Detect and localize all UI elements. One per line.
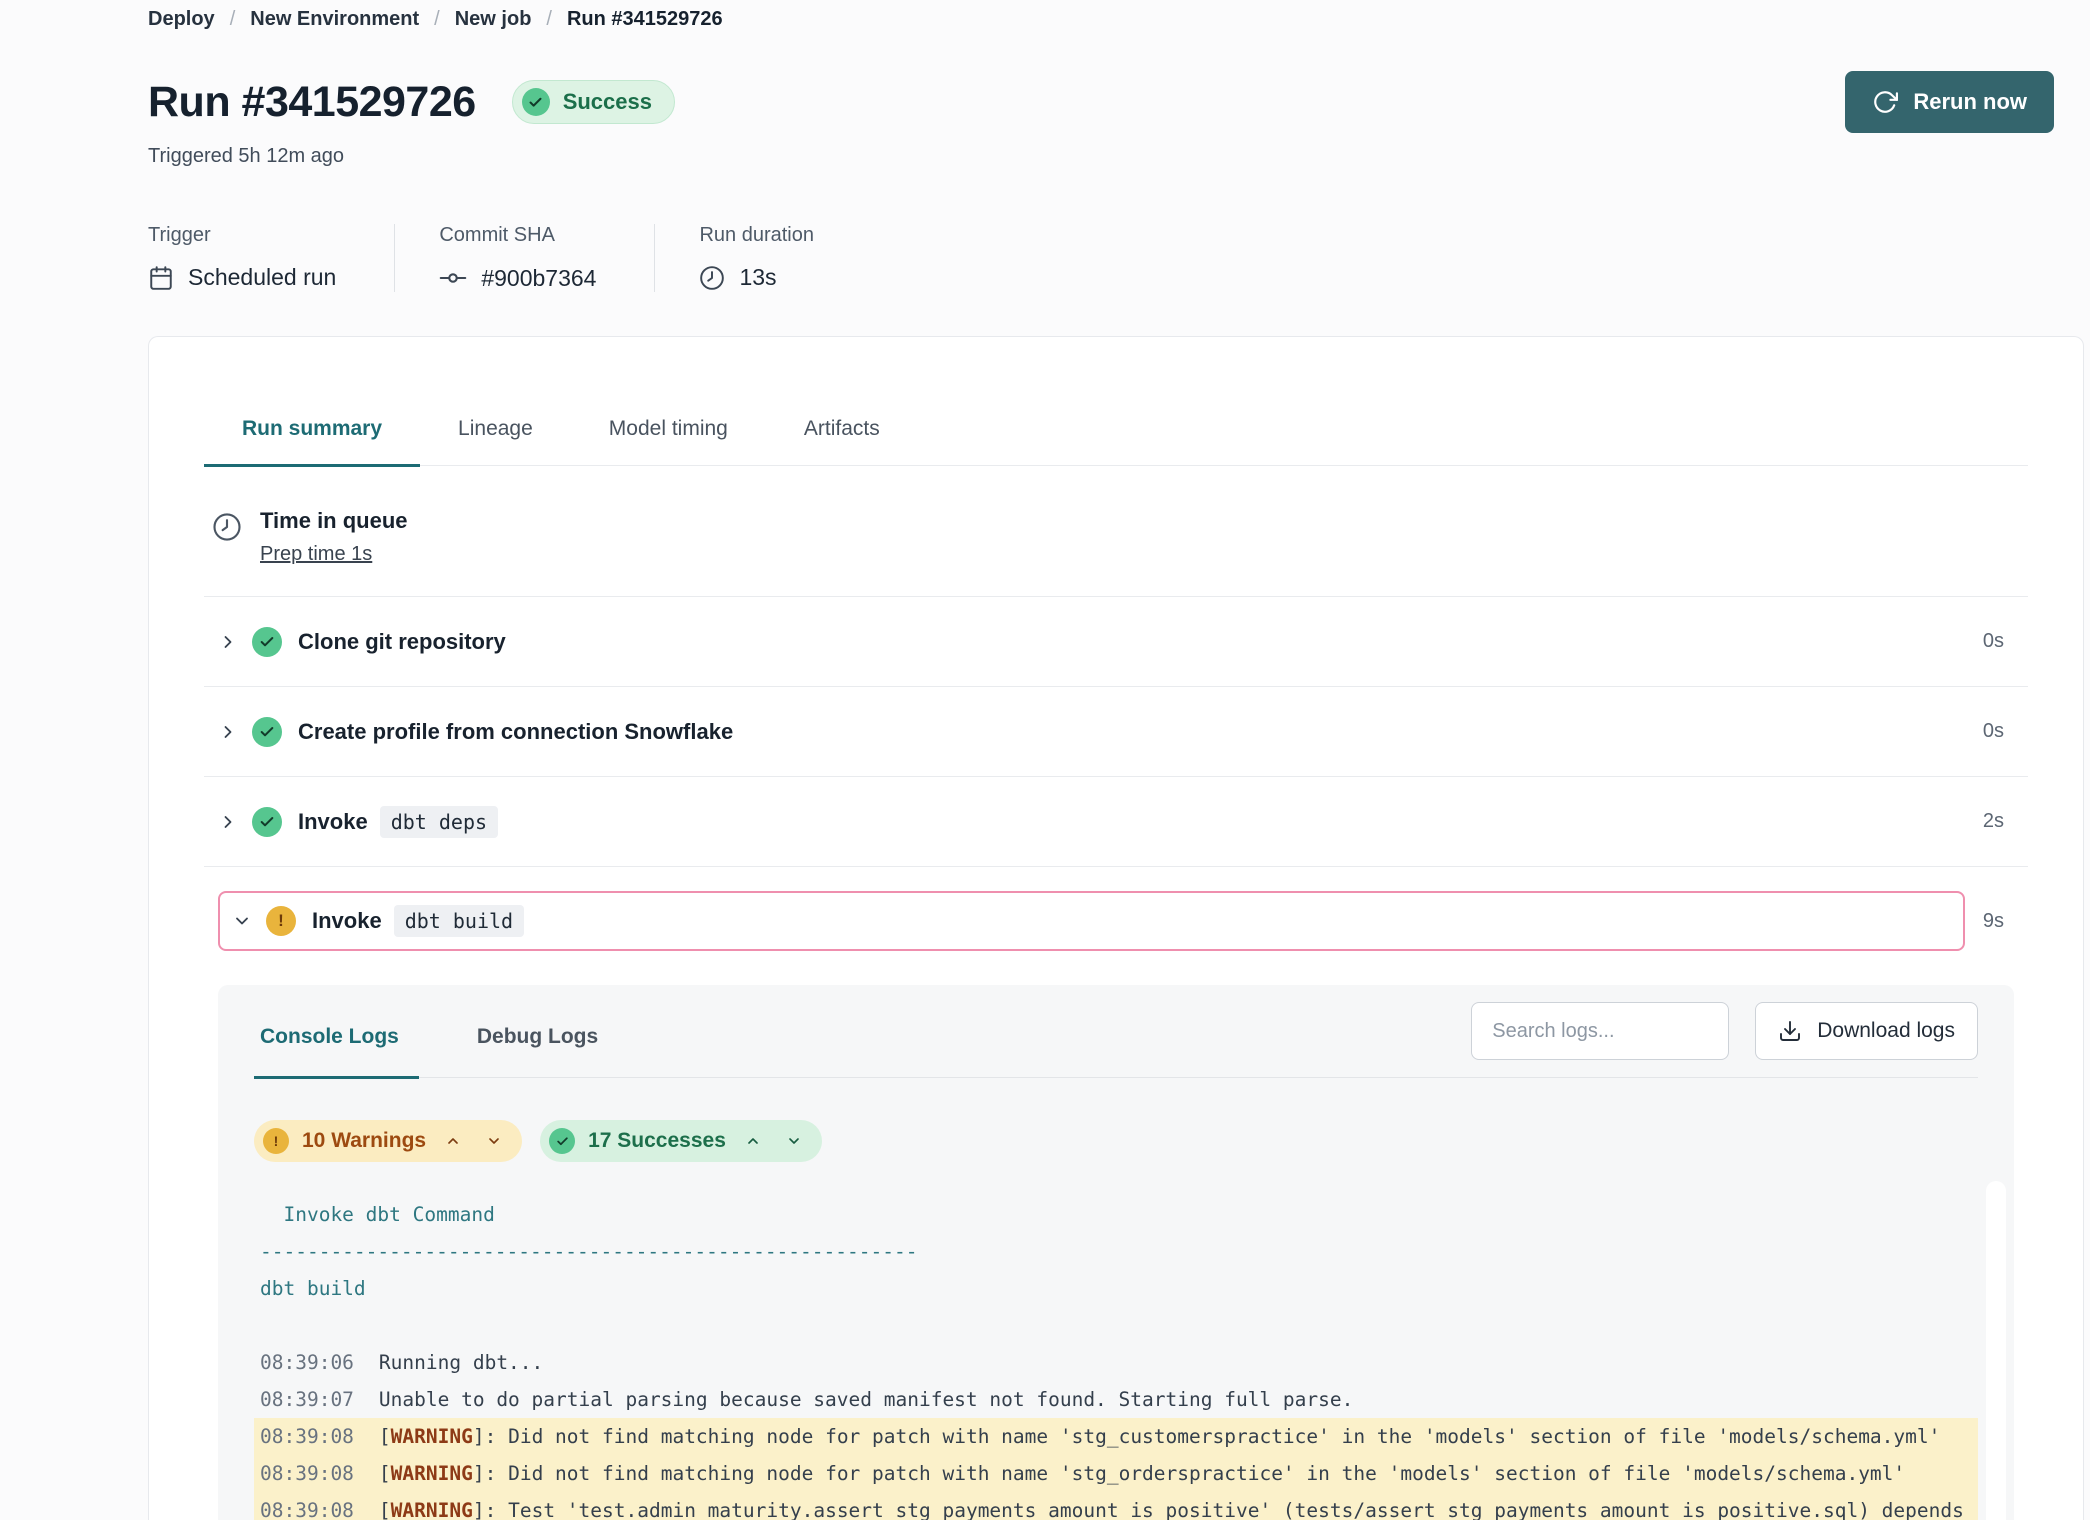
step-create-profile[interactable]: Create profile from connection Snowflake… xyxy=(204,687,2028,777)
tab-lineage[interactable]: Lineage xyxy=(420,417,571,465)
successes-pill-label: 17 Successes xyxy=(588,1129,726,1153)
trigger-label: Trigger xyxy=(148,224,336,247)
log-warning-line: 08:39:08[WARNING]: Did not find matching… xyxy=(254,1455,1978,1492)
step-invoke-dbt-build[interactable]: ! Invoke dbt build xyxy=(218,891,1965,951)
breadcrumb-job[interactable]: New job xyxy=(455,8,532,31)
rerun-icon xyxy=(1872,89,1898,115)
warnings-pill[interactable]: ! 10 Warnings xyxy=(254,1120,522,1162)
queue-clock-icon xyxy=(212,512,242,566)
run-detail-page: Deploy / New Environment / New job / Run… xyxy=(0,0,2090,1520)
trigger-value: Scheduled run xyxy=(188,264,336,291)
run-meta: Trigger Scheduled run Commit SHA #900b73… xyxy=(148,224,2084,292)
tab-run-summary[interactable]: Run summary xyxy=(204,417,420,465)
warnings-pill-label: 10 Warnings xyxy=(302,1129,426,1153)
next-warning-chevron-down-icon[interactable] xyxy=(480,1129,508,1153)
breadcrumb: Deploy / New Environment / New job / Run… xyxy=(148,6,2084,31)
prev-warning-chevron-up-icon[interactable] xyxy=(439,1129,467,1153)
rerun-now-button[interactable]: Rerun now xyxy=(1845,71,2054,133)
chevron-right-icon[interactable] xyxy=(218,812,244,832)
step-success-icon xyxy=(252,717,282,747)
status-badge-label: Success xyxy=(563,89,652,115)
warning-icon: ! xyxy=(263,1128,289,1154)
successes-pill[interactable]: 17 Successes xyxy=(540,1120,822,1162)
step-title: Clone git repository xyxy=(298,629,506,655)
card-tabs: Run summary Lineage Model timing Artifac… xyxy=(204,337,2028,466)
breadcrumb-separator: / xyxy=(546,8,552,31)
queue-title: Time in queue xyxy=(260,508,408,534)
console-header: Console Logs Debug Logs Download logs xyxy=(254,985,1978,1078)
commit-sha-value: #900b7364 xyxy=(481,265,596,292)
step-success-icon xyxy=(252,627,282,657)
log-filter-pills: ! 10 Warnings 17 Successes xyxy=(254,1120,1978,1162)
success-icon xyxy=(549,1128,575,1154)
clock-icon xyxy=(699,265,725,291)
log-line: 08:39:07Unable to do partial parsing bec… xyxy=(254,1381,1978,1418)
breadcrumb-deploy[interactable]: Deploy xyxy=(148,8,215,31)
git-commit-icon xyxy=(439,264,467,292)
step-command-chip: dbt deps xyxy=(380,806,498,838)
tab-model-timing[interactable]: Model timing xyxy=(571,417,766,465)
step-success-icon xyxy=(252,807,282,837)
prep-time-link[interactable]: Prep time 1s xyxy=(260,543,372,566)
meta-commit: Commit SHA #900b7364 xyxy=(395,224,655,292)
log-blank-line xyxy=(254,1307,1978,1344)
step-duration: 2s xyxy=(1983,810,2004,833)
step-invoke-dbt-build-row: ! Invoke dbt build 9s xyxy=(204,891,2028,951)
tab-artifacts[interactable]: Artifacts xyxy=(766,417,918,465)
console-panel: Console Logs Debug Logs Download logs ! xyxy=(218,985,2014,1520)
meta-duration: Run duration 13s xyxy=(655,224,872,292)
step-clone-git-repository[interactable]: Clone git repository 0s xyxy=(204,597,2028,687)
log-command: dbt build xyxy=(254,1270,1978,1307)
log-divider-line: ----------------------------------------… xyxy=(254,1233,1978,1270)
page-title: Run #341529726 xyxy=(148,78,476,127)
download-label: Download logs xyxy=(1817,1019,1955,1043)
chevron-right-icon[interactable] xyxy=(218,722,244,742)
step-duration: 0s xyxy=(1983,720,2004,743)
breadcrumb-environment[interactable]: New Environment xyxy=(250,8,419,31)
run-duration-value: 13s xyxy=(739,264,776,291)
breadcrumb-run: Run #341529726 xyxy=(567,8,723,31)
time-in-queue: Time in queue Prep time 1s xyxy=(204,466,2028,597)
header: Run #341529726 Success Rerun now xyxy=(148,71,2084,133)
tab-debug-logs[interactable]: Debug Logs xyxy=(471,985,604,1077)
step-title: Create profile from connection Snowflake xyxy=(298,719,733,745)
next-success-chevron-down-icon[interactable] xyxy=(780,1129,808,1153)
log-command-title: Invoke dbt Command xyxy=(254,1196,1978,1233)
chevron-right-icon[interactable] xyxy=(218,632,244,652)
triggered-timestamp: Triggered 5h 12m ago xyxy=(148,145,2084,168)
search-logs-input[interactable] xyxy=(1471,1002,1729,1060)
run-summary-card: Run summary Lineage Model timing Artifac… xyxy=(148,336,2084,1520)
step-duration: 9s xyxy=(1983,910,2004,933)
download-logs-button[interactable]: Download logs xyxy=(1755,1002,1978,1060)
breadcrumb-separator: / xyxy=(230,8,236,31)
calendar-icon xyxy=(148,265,174,291)
meta-trigger: Trigger Scheduled run xyxy=(148,224,395,292)
step-invoke-dbt-deps[interactable]: Invoke dbt deps 2s xyxy=(204,777,2028,867)
success-check-icon xyxy=(522,88,550,116)
step-warning-icon: ! xyxy=(266,906,296,936)
commit-label: Commit SHA xyxy=(439,224,596,247)
breadcrumb-separator: / xyxy=(434,8,440,31)
log-warning-line: 08:39:08[WARNING]: Did not find matching… xyxy=(254,1418,1978,1455)
step-command-chip: dbt build xyxy=(394,905,524,937)
duration-label: Run duration xyxy=(699,224,814,247)
prev-success-chevron-up-icon[interactable] xyxy=(739,1129,767,1153)
tab-console-logs[interactable]: Console Logs xyxy=(254,985,405,1077)
step-duration: 0s xyxy=(1983,630,2004,653)
step-title: Invoke xyxy=(312,908,382,934)
step-title: Invoke xyxy=(298,809,368,835)
rerun-label: Rerun now xyxy=(1913,89,2027,115)
log-scrollbar[interactable] xyxy=(1986,1181,2006,1520)
log-line: 08:39:06Running dbt... xyxy=(254,1344,1978,1381)
log-warning-line: 08:39:08[WARNING]: Test 'test.admin_matu… xyxy=(254,1492,1978,1520)
chevron-down-icon[interactable] xyxy=(232,911,258,931)
status-badge: Success xyxy=(512,80,675,124)
download-icon xyxy=(1778,1019,1802,1043)
console-log-output: Invoke dbt Command ---------------------… xyxy=(254,1196,1978,1520)
